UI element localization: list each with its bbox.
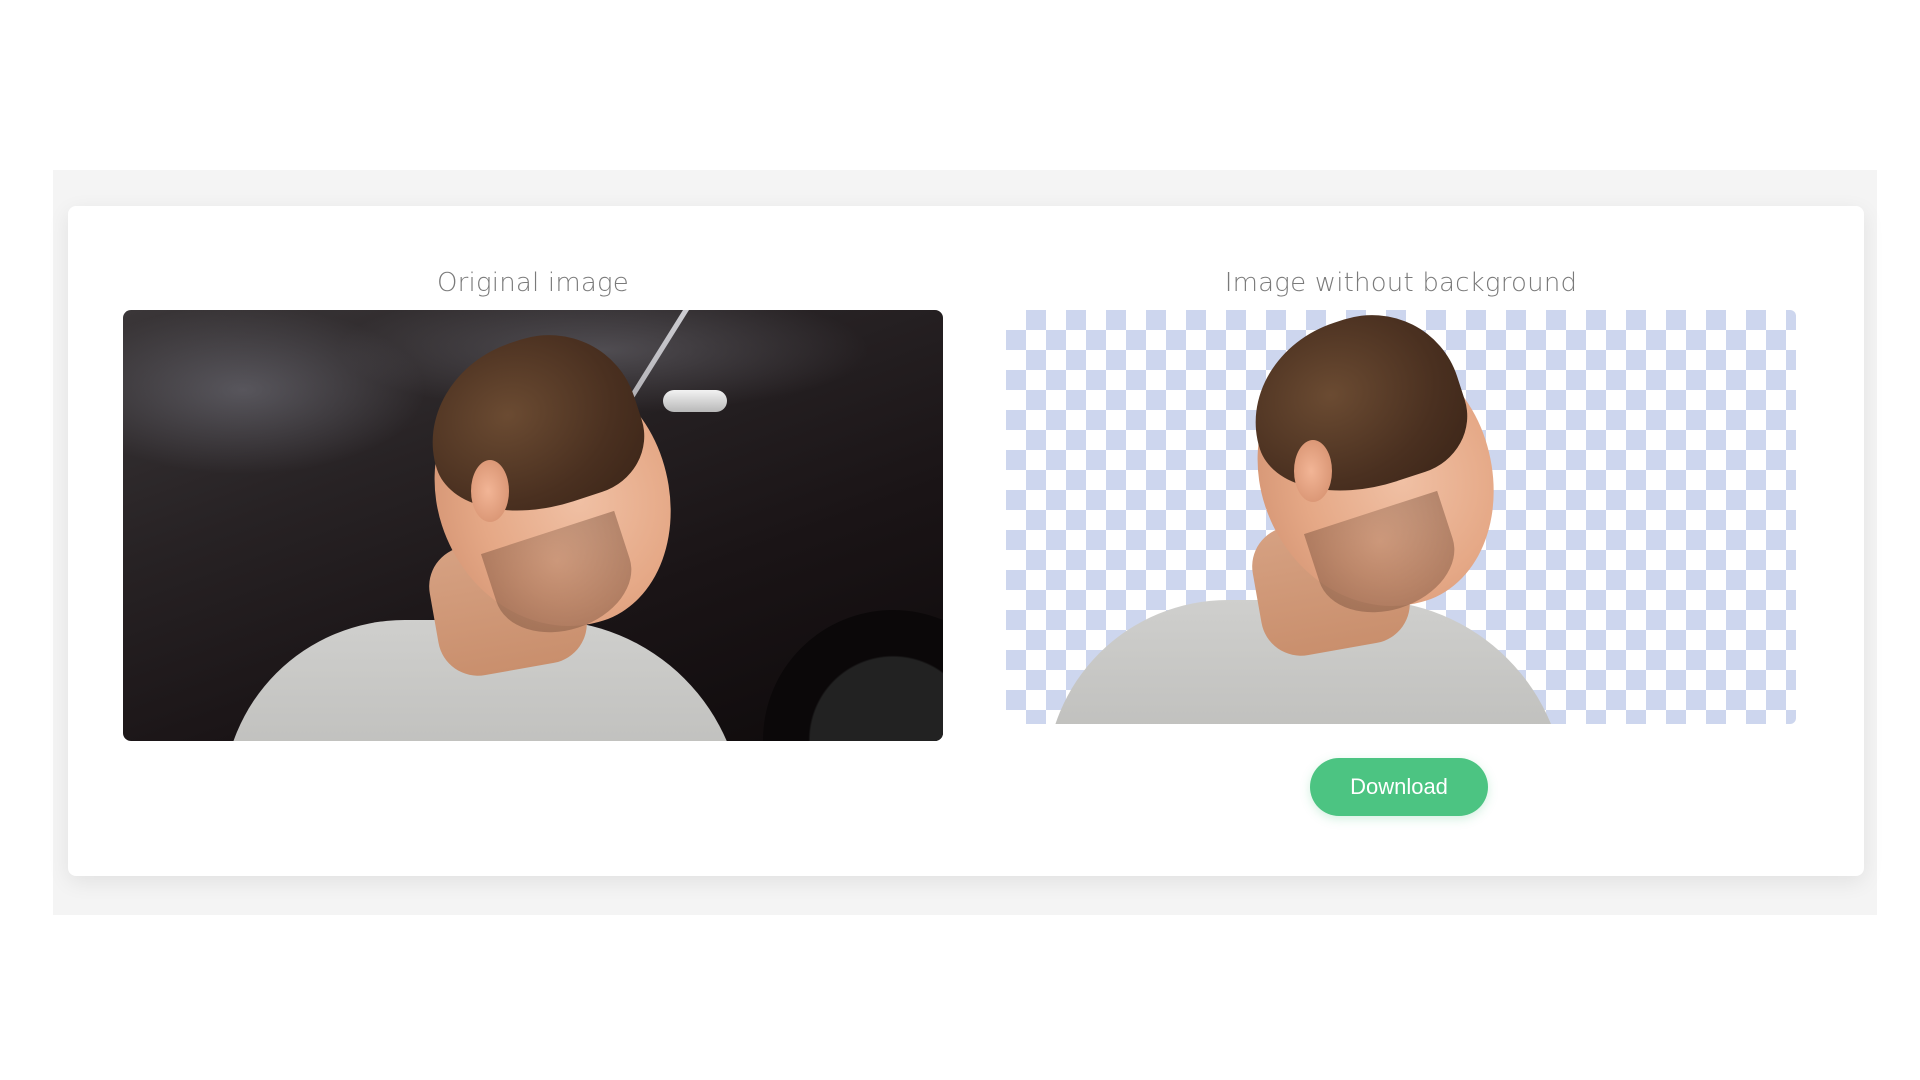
person-cutout [1026, 310, 1586, 724]
image-without-background-title: Image without background [1224, 268, 1578, 298]
original-image [123, 310, 943, 741]
person-ear [471, 460, 509, 522]
download-button[interactable]: Download [1310, 758, 1488, 816]
car-tire [763, 610, 943, 741]
transparent-result-image [1006, 310, 1796, 724]
person-figure [203, 311, 763, 741]
original-image-title: Original image [437, 268, 629, 298]
cutout-ear [1294, 440, 1332, 502]
